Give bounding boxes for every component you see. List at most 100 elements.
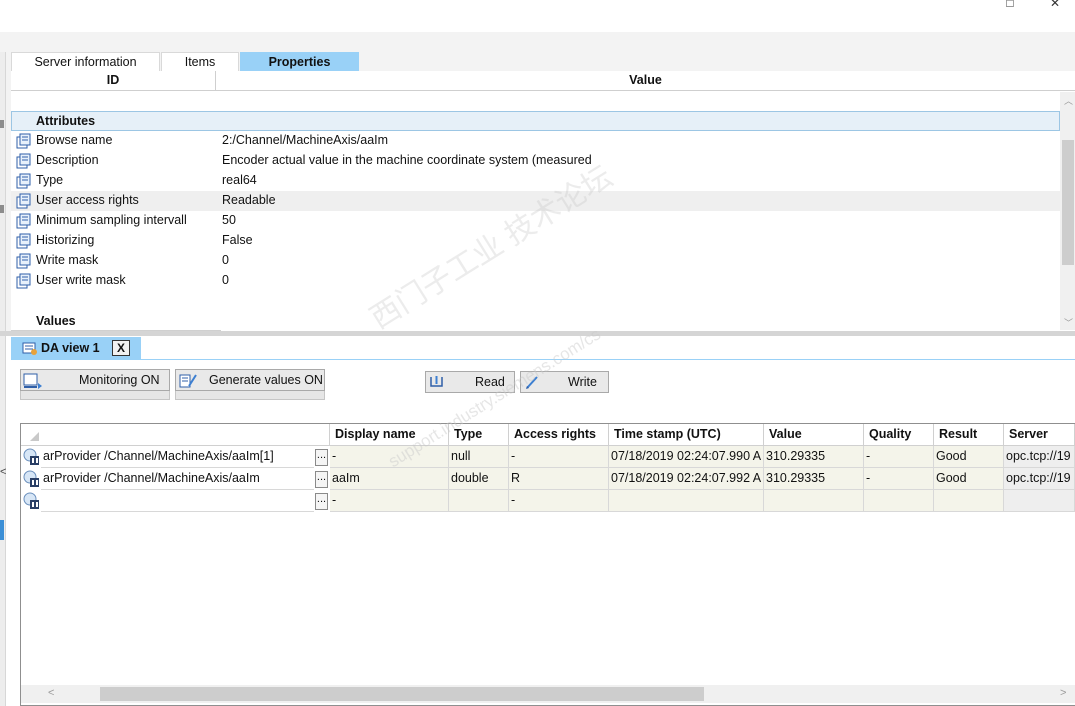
- property-id: User write mask: [36, 273, 126, 287]
- property-icon: [16, 273, 31, 289]
- left-dock-strip: [0, 52, 6, 706]
- property-icon: [16, 153, 31, 169]
- grid-cell-type[interactable]: [449, 490, 509, 512]
- left-collapse-arrow[interactable]: <: [0, 466, 6, 478]
- scroll-down-icon[interactable]: ﹀: [1061, 316, 1075, 330]
- grid-cell-value[interactable]: 310.29335: [764, 468, 864, 490]
- generate-label: Generate values ON: [209, 373, 323, 387]
- tab-properties[interactable]: Properties: [240, 52, 359, 72]
- grid-cell-value[interactable]: [764, 490, 864, 512]
- grid-cell-access-rights[interactable]: R: [509, 468, 609, 490]
- scrollbar-thumb[interactable]: [100, 687, 704, 701]
- grid-cell-quality[interactable]: [864, 490, 934, 512]
- da-view-label: DA view 1: [41, 341, 100, 355]
- item-path-cell[interactable]: arProvider /Channel/MachineAxis/aaIm: [41, 468, 314, 490]
- grid-cell-display-name[interactable]: -: [330, 490, 449, 512]
- grid-cell-timestamp[interactable]: [609, 490, 764, 512]
- property-row[interactable]: Description Encoder actual value in the m…: [11, 151, 1060, 171]
- property-value: Readable: [222, 193, 276, 207]
- property-row[interactable]: Write mask 0: [11, 251, 1060, 271]
- group-label: Attributes: [36, 114, 96, 128]
- browse-item-button[interactable]: ...: [315, 493, 328, 510]
- grid-header-result[interactable]: Result: [934, 424, 1004, 446]
- monitoring-label: Monitoring ON: [79, 373, 160, 387]
- generate-icon: [179, 374, 197, 388]
- monitor-icon: [23, 373, 42, 389]
- property-row[interactable]: User write mask 0: [11, 271, 1060, 291]
- property-icon: [16, 133, 31, 149]
- property-icon: [16, 253, 31, 269]
- browse-item-button[interactable]: ...: [315, 471, 328, 488]
- property-id: Type: [36, 173, 64, 187]
- generate-values-button[interactable]: Generate values ON: [175, 369, 325, 391]
- grid-cell-timestamp[interactable]: 07/18/2019 02:24:07.990 A: [609, 446, 764, 468]
- property-value: Encoder actual value in the machine coor…: [222, 153, 592, 167]
- property-value: 0: [222, 253, 229, 267]
- item-state-icon: [23, 470, 41, 488]
- grid-cell-result[interactable]: Good: [934, 468, 1004, 490]
- grid-cell-type[interactable]: null: [449, 446, 509, 468]
- grid-cell-value[interactable]: 310.29335: [764, 446, 864, 468]
- property-value: False: [222, 233, 253, 247]
- grid-cell-quality[interactable]: -: [864, 468, 934, 490]
- scroll-left-icon[interactable]: <: [48, 687, 54, 699]
- property-value: 50: [222, 213, 236, 227]
- left-dock-marker: [0, 205, 4, 213]
- read-icon: [430, 376, 443, 387]
- browse-item-button[interactable]: ...: [315, 449, 328, 466]
- scroll-up-icon[interactable]: ︿: [1061, 94, 1075, 108]
- grid-cell-quality[interactable]: -: [864, 446, 934, 468]
- maximize-button[interactable]: □: [995, 0, 1025, 8]
- close-button[interactable]: ✕: [1040, 0, 1070, 8]
- property-id: Minimum sampling intervall: [36, 213, 187, 227]
- scroll-right-icon[interactable]: >: [1060, 687, 1066, 699]
- monitoring-on-button[interactable]: Monitoring ON: [20, 369, 170, 391]
- property-icon: [16, 193, 31, 209]
- tab-server-information[interactable]: Server information: [11, 52, 160, 72]
- grid-cell-type[interactable]: double: [449, 468, 509, 490]
- group-header-attributes[interactable]: Attributes: [11, 111, 1060, 131]
- property-value: real64: [222, 173, 257, 187]
- grid-header-item[interactable]: [21, 424, 330, 446]
- property-row[interactable]: Type real64: [11, 171, 1060, 191]
- da-view-close-button[interactable]: X: [112, 340, 130, 356]
- grid-cell-access-rights[interactable]: -: [509, 446, 609, 468]
- property-id: Browse name: [36, 133, 113, 147]
- grid-cell-timestamp[interactable]: 07/18/2019 02:24:07.992 A: [609, 468, 764, 490]
- title-bar: [0, 0, 1075, 32]
- item-state-icon: [23, 448, 41, 466]
- column-header-value[interactable]: Value: [216, 71, 1075, 91]
- write-label: Write: [568, 375, 597, 389]
- grid-cell-server[interactable]: [1004, 490, 1075, 512]
- tab-items[interactable]: Items: [161, 52, 239, 72]
- grid-cell-result[interactable]: [934, 490, 1004, 512]
- grid-cell-result[interactable]: Good: [934, 446, 1004, 468]
- panel-splitter[interactable]: [0, 331, 1075, 336]
- grid-cell-display-name[interactable]: aaIm: [330, 468, 449, 490]
- grid-cell-access-rights[interactable]: -: [509, 490, 609, 512]
- grid-header-value[interactable]: Value: [764, 424, 864, 446]
- left-dock-marker: [0, 520, 4, 540]
- grid-header-timestamp[interactable]: Time stamp (UTC): [609, 424, 764, 446]
- toolbar-spacer: [20, 391, 170, 400]
- property-id: Write mask: [36, 253, 99, 267]
- column-header-id[interactable]: ID: [11, 71, 215, 91]
- property-row[interactable]: Browse name 2:/Channel/MachineAxis/aaIm: [11, 131, 1060, 151]
- group-header-values[interactable]: Values: [36, 314, 76, 328]
- scrollbar-thumb[interactable]: [1062, 140, 1074, 265]
- da-view-icon: [22, 342, 37, 355]
- property-value: 2:/Channel/MachineAxis/aaIm: [222, 133, 389, 147]
- property-id: Description: [36, 153, 99, 167]
- property-id: User access rights: [36, 193, 139, 207]
- item-path-cell[interactable]: [41, 490, 314, 512]
- grid-cell-server[interactable]: opc.tcp://19: [1004, 446, 1075, 468]
- grid-cell-server[interactable]: opc.tcp://19: [1004, 468, 1075, 490]
- property-icon: [16, 233, 31, 249]
- property-icon: [16, 213, 31, 229]
- item-path-cell[interactable]: arProvider /Channel/MachineAxis/aaIm[1]: [41, 446, 314, 468]
- tab-da-view[interactable]: DA view 1 X: [11, 337, 141, 359]
- grid-header-quality[interactable]: Quality: [864, 424, 934, 446]
- select-all-icon[interactable]: [30, 432, 39, 441]
- grid-header-server[interactable]: Server: [1004, 424, 1075, 446]
- grid-header-access-rights[interactable]: Access rights: [509, 424, 609, 446]
